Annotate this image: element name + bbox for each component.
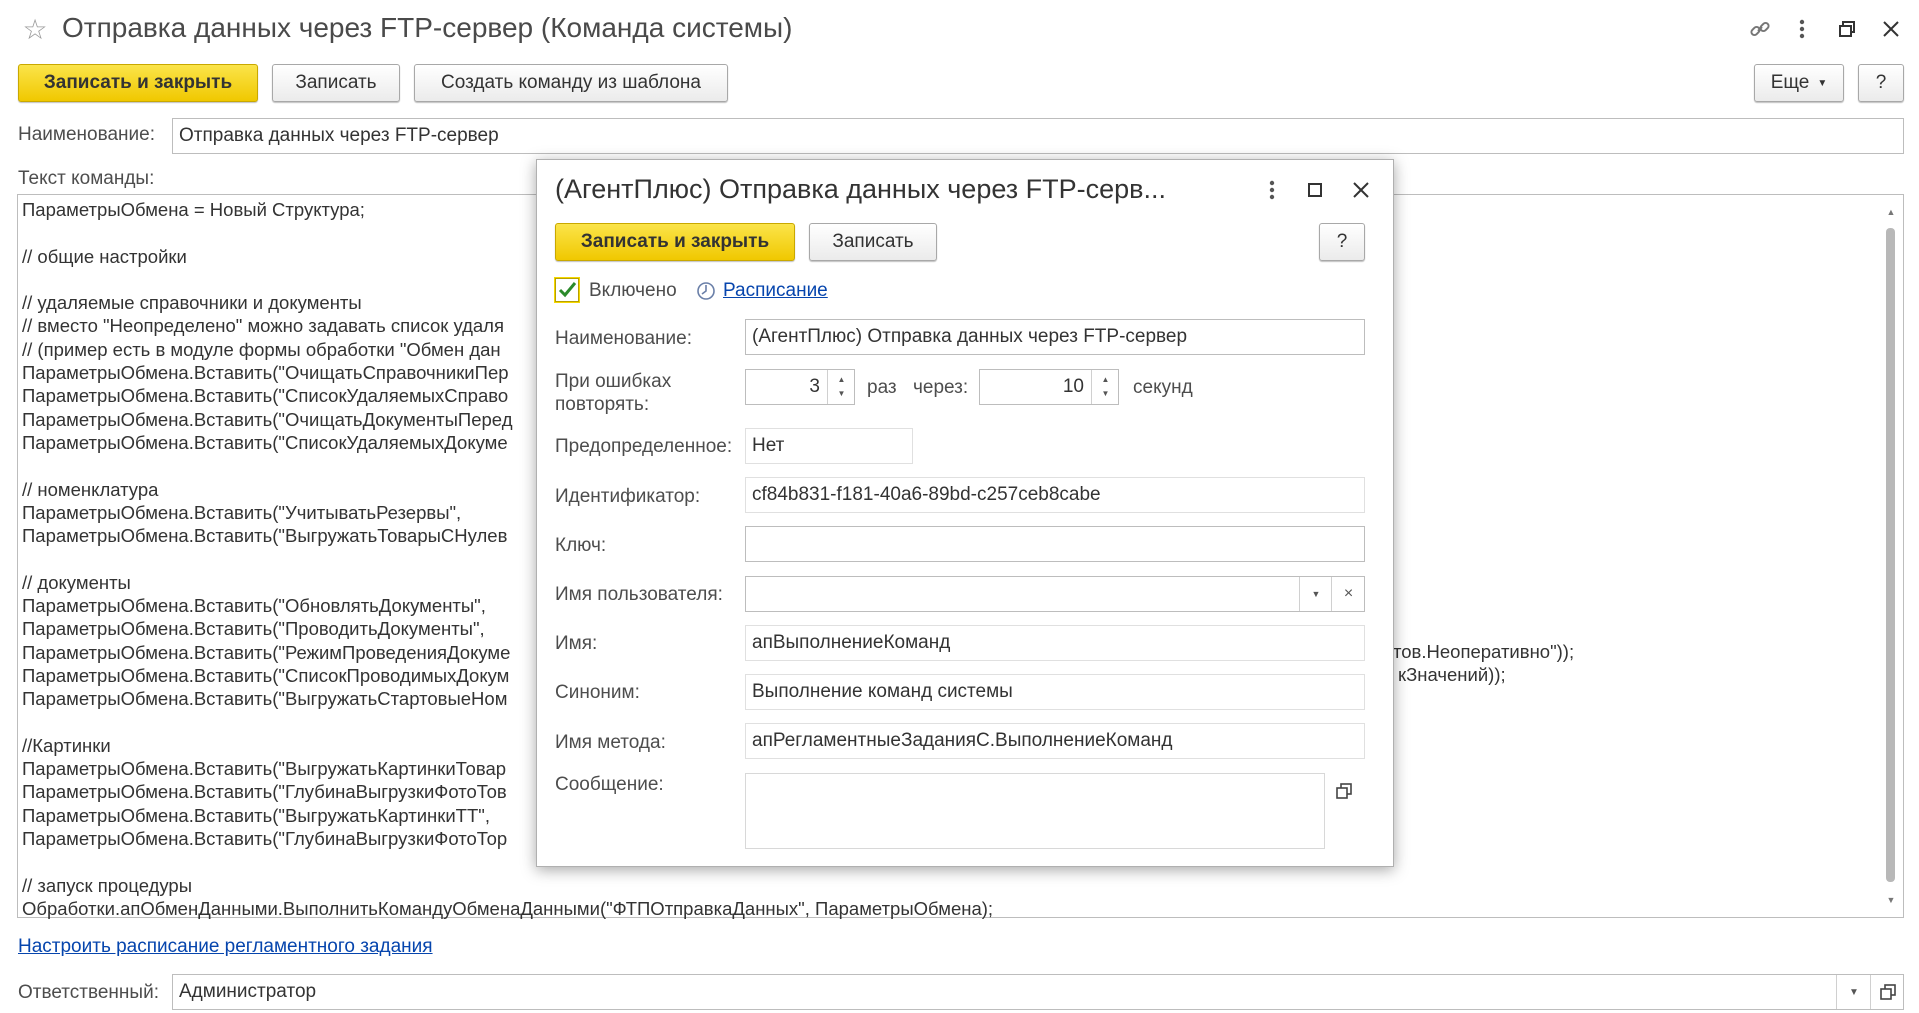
configure-schedule-link[interactable]: Настроить расписание регламентного задан… xyxy=(18,936,433,958)
responsible-field[interactable]: Администратор xyxy=(172,974,1904,1010)
scrollbar-thumb[interactable] xyxy=(1886,228,1895,882)
name-label: Наименование: xyxy=(18,124,155,145)
method-field: апРегламентныеЗаданияС.ВыполнениеКоманд xyxy=(745,723,1365,759)
retry-count-value: 3 xyxy=(809,376,820,397)
dialog-title: (АгентПлюс) Отправка данных через FTP-се… xyxy=(555,174,1167,204)
star-icon[interactable]: ☆ xyxy=(20,14,50,45)
scroll-down-icon[interactable]: ▼ xyxy=(1884,894,1898,906)
id-label: Идентификатор: xyxy=(555,486,701,507)
maximize-icon[interactable] xyxy=(1303,178,1327,202)
through-label: через: xyxy=(913,377,969,398)
retry-label: При ошибках повторять: xyxy=(555,370,705,416)
synonym-field: Выполнение команд системы xyxy=(745,674,1365,710)
kebab-menu-icon[interactable] xyxy=(1261,176,1283,204)
restore-icon[interactable] xyxy=(1834,16,1860,42)
key-label: Ключ: xyxy=(555,535,607,556)
job-name-label: Имя: xyxy=(555,633,598,654)
more-label: Еще xyxy=(1770,72,1810,93)
times-label: раз xyxy=(867,377,897,398)
dropdown-arrow-icon[interactable]: ▼ xyxy=(1299,577,1332,611)
clock-icon xyxy=(695,280,717,302)
spin-buttons-icon[interactable]: ▲ ▼ xyxy=(827,370,855,404)
kebab-menu-icon[interactable] xyxy=(1790,14,1814,44)
name-field[interactable]: Отправка данных через FTP-сервер xyxy=(172,118,1904,154)
responsible-label: Ответственный: xyxy=(18,982,159,1003)
clear-icon[interactable]: × xyxy=(1331,577,1365,611)
dialog-save-button[interactable]: Записать xyxy=(809,223,937,261)
scheduled-job-dialog: (АгентПлюс) Отправка данных через FTP-се… xyxy=(536,159,1394,867)
checkmark-icon xyxy=(558,282,577,298)
dropdown-arrow-icon[interactable]: ▼ xyxy=(1836,975,1871,1009)
predefined-label: Предопределенное: xyxy=(555,436,733,457)
scroll-up-icon[interactable]: ▲ xyxy=(1884,206,1898,218)
username-label: Имя пользователя: xyxy=(555,584,723,605)
message-label: Сообщение: xyxy=(555,774,664,795)
method-label: Имя метода: xyxy=(555,732,666,753)
job-name-field: апВыполнениеКоманд xyxy=(745,625,1365,661)
username-field[interactable] xyxy=(745,576,1365,612)
enabled-checkbox[interactable] xyxy=(555,278,579,302)
predefined-field: Нет xyxy=(745,428,913,464)
spin-buttons-icon[interactable]: ▲ ▼ xyxy=(1091,370,1119,404)
retry-interval-value: 10 xyxy=(1062,376,1084,397)
retry-label-text: При ошибках повторять: xyxy=(555,371,672,415)
code-fragment: кЗначений)); xyxy=(1398,664,1506,685)
message-field[interactable] xyxy=(745,773,1325,849)
key-field[interactable] xyxy=(745,526,1365,562)
close-icon[interactable] xyxy=(1347,176,1375,204)
more-button[interactable]: Еще ▼ xyxy=(1754,64,1844,102)
code-line: Обработки.апОбменДанными.ВыполнитьКоманд… xyxy=(22,897,994,919)
dialog-name-field[interactable]: (АгентПлюс) Отправка данных через FTP-се… xyxy=(745,319,1365,355)
command-text-label: Текст команды: xyxy=(18,168,155,189)
save-button[interactable]: Записать xyxy=(272,64,400,102)
schedule-link[interactable]: Расписание xyxy=(723,280,828,302)
dropdown-arrow-icon: ▼ xyxy=(1817,77,1828,89)
dialog-name-label: Наименование: xyxy=(555,328,692,349)
close-icon[interactable] xyxy=(1876,14,1906,44)
help-button[interactable]: ? xyxy=(1858,64,1904,102)
enabled-label: Включено xyxy=(589,280,677,301)
seconds-label: секунд xyxy=(1133,377,1193,398)
id-field: cf84b831-f181-40a6-89bd-c257ceb8cabe xyxy=(745,477,1365,513)
dialog-help-button[interactable]: ? xyxy=(1319,223,1365,261)
dialog-save-and-close-button[interactable]: Записать и закрыть xyxy=(555,223,795,261)
code-line: // запуск процедуры xyxy=(22,874,193,896)
link-icon[interactable] xyxy=(1745,14,1775,44)
open-icon[interactable] xyxy=(1870,975,1905,1009)
open-icon[interactable] xyxy=(1327,774,1361,808)
save-and-close-button[interactable]: Записать и закрыть xyxy=(18,64,258,102)
responsible-value: Администратор xyxy=(179,981,317,1002)
window-title: Отправка данных через FTP-сервер (Команд… xyxy=(62,12,793,43)
code-fragment: тов.Неоперативно")); xyxy=(1393,641,1575,662)
create-from-template-button[interactable]: Создать команду из шаблона xyxy=(414,64,728,102)
synonym-label: Синоним: xyxy=(555,682,640,703)
